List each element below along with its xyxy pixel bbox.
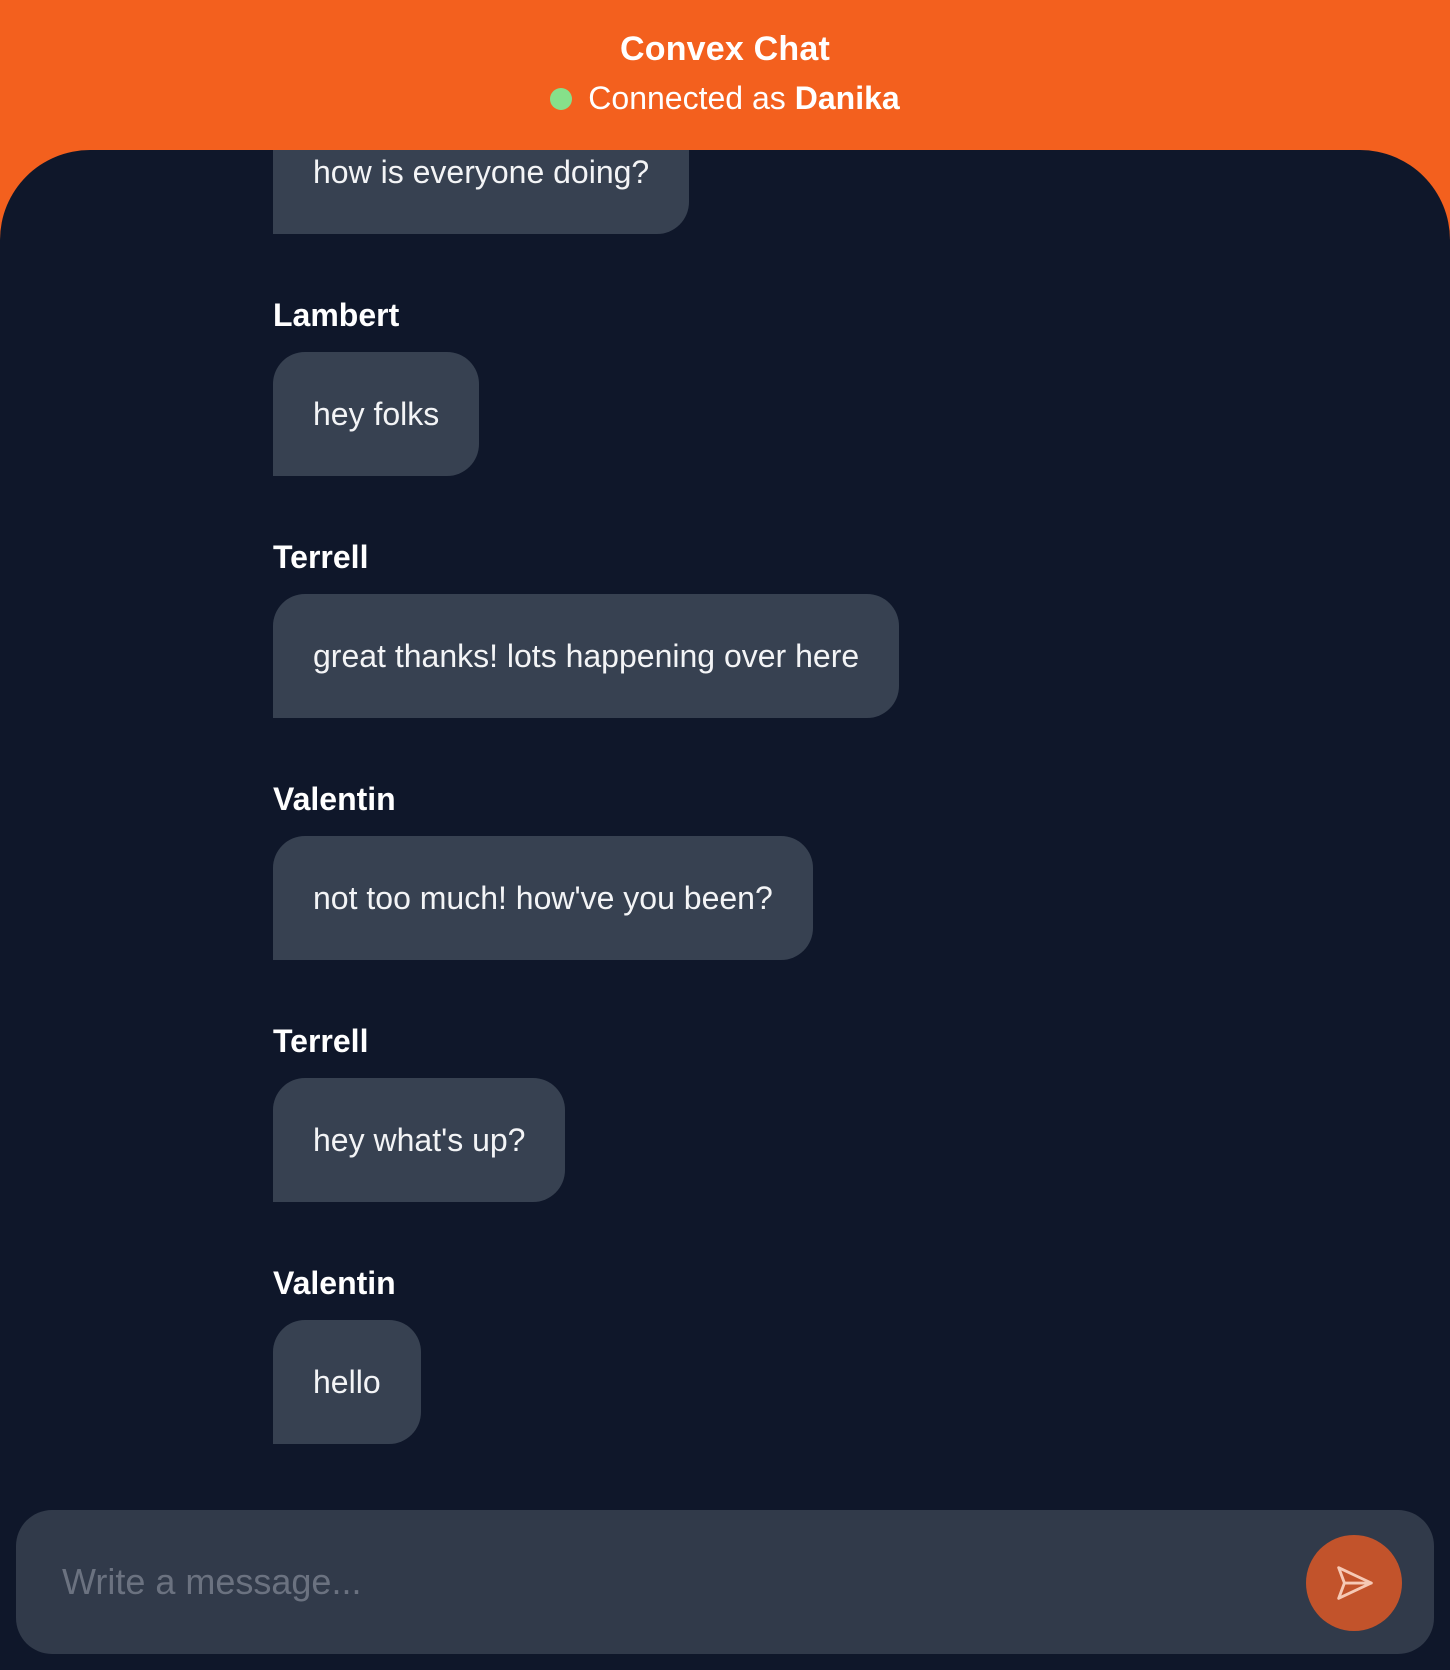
message-bubble: hey what's up? xyxy=(273,1078,566,1202)
message-sender: Terrell xyxy=(273,1023,369,1059)
current-username: Danika xyxy=(794,80,900,116)
message-bubble: hey folks xyxy=(273,352,480,476)
chat-header: Convex Chat Connected as Danika xyxy=(0,0,1450,150)
message-input[interactable] xyxy=(16,1510,1296,1654)
send-icon xyxy=(1331,1560,1377,1606)
message-sender: Lambert xyxy=(273,297,400,333)
message-sender: Valentin xyxy=(273,781,396,817)
message-item: Valentin hello xyxy=(273,1264,1273,1444)
message-item: Terrell great thanks! lots happening ove… xyxy=(273,538,1273,718)
message-item: Valentin not too much! how've you been? xyxy=(273,780,1273,960)
message-bubble: how is everyone doing? xyxy=(273,150,690,234)
message-sender: Terrell xyxy=(273,539,369,575)
connection-status: Connected as Danika xyxy=(0,80,1450,117)
chat-panel[interactable]: how is everyone doing? Lambert hey folks… xyxy=(0,150,1450,1670)
message-item: Terrell hey what's up? xyxy=(273,1022,1273,1202)
app-title: Convex Chat xyxy=(619,30,831,68)
message-list: how is everyone doing? Lambert hey folks… xyxy=(273,150,1273,1506)
status-label: Connected as xyxy=(588,80,786,116)
message-item: Lambert hey folks xyxy=(273,296,1273,476)
online-status-icon xyxy=(550,87,573,110)
message-sender: Valentin xyxy=(273,1265,396,1301)
message-bubble: not too much! how've you been? xyxy=(273,836,813,960)
message-composer xyxy=(16,1510,1434,1654)
send-button[interactable] xyxy=(1306,1535,1402,1631)
message-bubble: great thanks! lots happening over here xyxy=(273,594,900,718)
message-item: how is everyone doing? xyxy=(273,150,1273,234)
message-bubble: hello xyxy=(273,1320,421,1444)
